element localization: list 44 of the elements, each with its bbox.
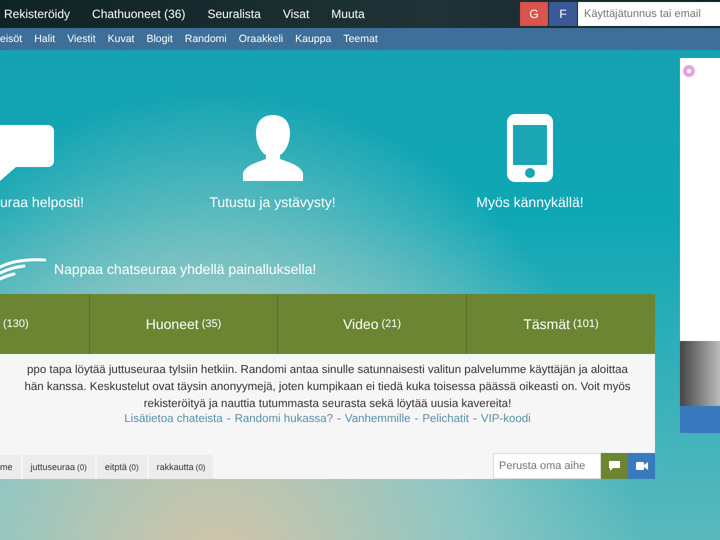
feature-label: uraa helposti! bbox=[0, 194, 84, 210]
squiggle-drawing bbox=[0, 257, 46, 281]
nav-link[interactable]: eisöt bbox=[0, 33, 22, 45]
topic-tab[interactable]: rakkautta (0) bbox=[148, 455, 214, 479]
nav-link[interactable]: Teemat bbox=[343, 33, 378, 45]
username-field[interactable]: Käyttäjätunnus tai email bbox=[578, 2, 720, 26]
nav-link[interactable]: Blogit bbox=[146, 33, 173, 45]
link-separator: - bbox=[226, 413, 231, 425]
facebook-login-button[interactable]: F bbox=[549, 2, 577, 26]
description-text: ppo tapa löytää juttuseuraa tylsiin hetkiin. Randomi antaa sinulle satunnaisesti valitun palvelumme käyttäjän ja aloittaa hän kanssa. Keskustelut ovat täysin anonyymejä, joten kumpikaan ei tiedä kuka toisessa päässä oikeasti on. Voit myös rekisteröityä ja nauttia tutummasta seurasta sekä löytää uusia kavereita! bbox=[23, 363, 632, 412]
feature-label: Myös kännykällä! bbox=[476, 194, 584, 210]
info-link[interactable]: Lisätietoa chateista bbox=[124, 413, 223, 425]
info-link[interactable]: VIP-koodi bbox=[480, 413, 531, 425]
tagline: Nappaa chatseuraa yhdellä painalluksella! bbox=[54, 261, 316, 277]
topic-tab[interactable]: juttuseuraa (0) bbox=[22, 455, 95, 479]
video-camera-icon bbox=[636, 462, 648, 470]
nav-link[interactable]: Oraakkeli bbox=[238, 33, 284, 45]
topic-field[interactable]: Perusta oma aihe bbox=[493, 453, 601, 479]
photo-placeholder bbox=[680, 341, 720, 406]
nav-link[interactable]: Muuta bbox=[331, 7, 365, 21]
video-button[interactable] bbox=[628, 453, 655, 479]
category-tab[interactable]: Täsmät (101) bbox=[467, 294, 655, 354]
info-link[interactable]: Pelichatit bbox=[422, 413, 470, 425]
nav-link[interactable]: Halit bbox=[34, 33, 56, 45]
nav-link[interactable]: Rekisteröidy bbox=[4, 7, 70, 21]
info-link[interactable]: Vanhemmille bbox=[344, 413, 410, 425]
link-separator: - bbox=[473, 413, 477, 425]
nav-link[interactable]: Visat bbox=[282, 7, 310, 21]
google-login-button[interactable]: G bbox=[520, 2, 548, 26]
topic-tab[interactable]: me bbox=[0, 455, 21, 479]
nav-link[interactable]: Seuralista bbox=[207, 7, 261, 21]
nav-link[interactable]: Kuvat bbox=[108, 33, 134, 45]
speech-bubble-icon bbox=[609, 461, 620, 471]
smartphone-icon bbox=[507, 113, 553, 183]
feature-label: Tutustu ja ystävysty! bbox=[209, 194, 336, 210]
nav-link[interactable]: Viestit bbox=[67, 33, 96, 45]
nav-link[interactable]: Kauppa bbox=[295, 33, 332, 45]
nav-link[interactable]: Randomi bbox=[184, 33, 227, 45]
link-separator: - bbox=[414, 413, 418, 425]
topic-tab[interactable]: eitptä (0) bbox=[96, 455, 147, 479]
nav-link[interactable]: Chathuoneet (36) bbox=[92, 7, 186, 21]
info-link[interactable]: Randomi hukassa? bbox=[234, 413, 334, 425]
link-separator: - bbox=[337, 413, 341, 425]
chat-button[interactable] bbox=[601, 453, 628, 479]
